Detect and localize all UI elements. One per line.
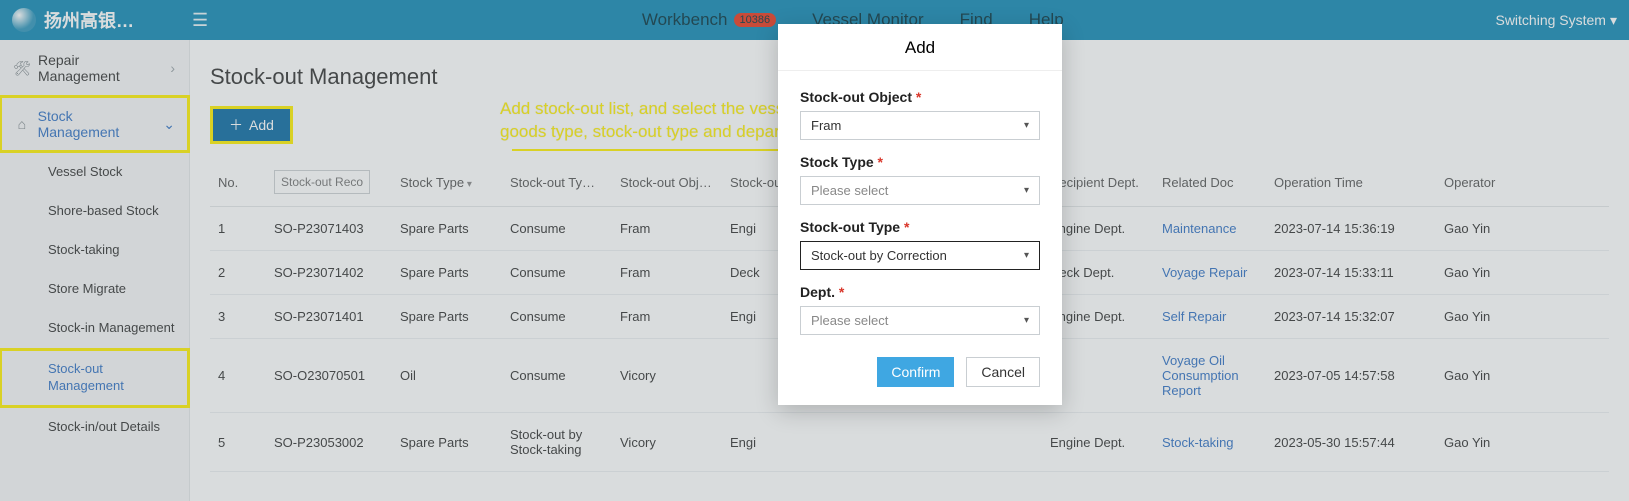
chevron-down-icon: ▾: [1024, 250, 1029, 261]
chevron-down-icon: ▾: [1024, 120, 1029, 131]
dept-select[interactable]: Please select ▾: [800, 306, 1040, 335]
stockout-type-select[interactable]: Stock-out by Correction ▾: [800, 241, 1040, 270]
chevron-down-icon: ▾: [1024, 315, 1029, 326]
field-label-stockout-type: Stock-out Type *: [800, 219, 909, 235]
dept-value: Please select: [811, 313, 888, 328]
field-label-stock-type: Stock Type *: [800, 154, 883, 170]
field-label-stockout-object: Stock-out Object *: [800, 89, 921, 105]
cancel-button[interactable]: Cancel: [966, 357, 1040, 387]
stockout-object-select[interactable]: Fram ▾: [800, 111, 1040, 140]
field-label-dept: Dept. *: [800, 284, 844, 300]
dialog-title: Add: [778, 24, 1062, 71]
stock-type-select[interactable]: Please select ▾: [800, 176, 1040, 205]
chevron-down-icon: ▾: [1024, 185, 1029, 196]
stockout-object-value: Fram: [811, 118, 841, 133]
add-dialog: Add Stock-out Object * Fram ▾ Stock Type…: [778, 24, 1062, 405]
confirm-button[interactable]: Confirm: [877, 357, 954, 387]
stockout-type-value: Stock-out by Correction: [811, 248, 947, 263]
stock-type-value: Please select: [811, 183, 888, 198]
